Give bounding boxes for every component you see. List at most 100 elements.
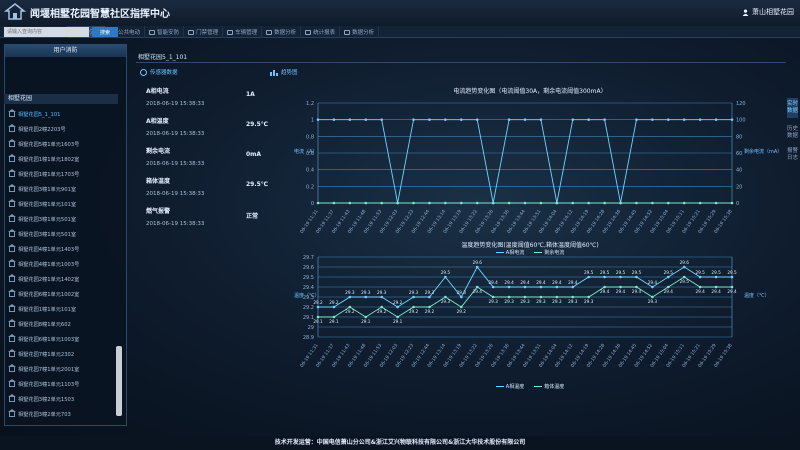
nav-item[interactable]: 门禁管理: [184, 26, 224, 38]
data-point[interactable]: [667, 118, 670, 121]
tree-item[interactable]: 相墅花园5幢801: [4, 422, 118, 423]
data-point[interactable]: [714, 285, 718, 289]
data-point[interactable]: [714, 201, 718, 205]
search-button[interactable]: 搜索: [92, 27, 118, 37]
search-input[interactable]: [4, 27, 89, 37]
data-point[interactable]: [635, 201, 638, 205]
data-point[interactable]: [348, 201, 352, 205]
data-point[interactable]: [507, 201, 511, 205]
data-point[interactable]: [555, 295, 559, 299]
tree-item[interactable]: 相墅花园3幢1单元901室: [4, 182, 118, 197]
data-point[interactable]: [730, 118, 734, 121]
tree-item[interactable]: 相墅花园4幢1单元1003号: [4, 257, 118, 272]
data-point[interactable]: [539, 285, 543, 289]
data-point[interactable]: [603, 285, 606, 289]
tree-item[interactable]: 相墅花园6幢1单元1003室: [4, 332, 118, 347]
data-point[interactable]: [316, 201, 320, 205]
data-point[interactable]: [539, 201, 543, 205]
data-point[interactable]: [603, 118, 606, 121]
data-point[interactable]: [571, 295, 575, 299]
data-point[interactable]: [428, 295, 431, 299]
data-point[interactable]: [412, 201, 415, 205]
data-point[interactable]: [730, 285, 734, 289]
tree-item[interactable]: 相墅花园3幢1单元1103号: [4, 377, 118, 392]
data-point[interactable]: [475, 285, 479, 289]
data-point[interactable]: [587, 201, 590, 205]
tree-item[interactable]: 相墅花园2幢1单元1402室: [4, 272, 118, 287]
data-point[interactable]: [332, 305, 336, 309]
data-point[interactable]: [587, 118, 590, 121]
tree-item[interactable]: 相墅花园7幢1单元2302: [4, 347, 118, 362]
data-point[interactable]: [348, 305, 352, 309]
data-point[interactable]: [491, 285, 495, 289]
data-point[interactable]: [603, 275, 606, 279]
data-point[interactable]: [555, 201, 559, 205]
data-point[interactable]: [316, 305, 320, 309]
data-point[interactable]: [603, 201, 606, 205]
data-point[interactable]: [412, 295, 415, 299]
data-point[interactable]: [587, 295, 590, 299]
data-point[interactable]: [316, 315, 320, 319]
data-point[interactable]: [523, 118, 527, 121]
nav-item[interactable]: 统计报表: [301, 26, 341, 38]
data-point[interactable]: [651, 118, 654, 121]
data-point[interactable]: [444, 275, 447, 279]
data-point[interactable]: [619, 201, 622, 205]
data-point[interactable]: [396, 315, 399, 319]
legend-item[interactable]: 箱体温度: [534, 383, 564, 390]
realtime-section-tab[interactable]: 传感器数据: [140, 68, 178, 76]
data-point[interactable]: [682, 118, 686, 121]
side-tab[interactable]: 历史数据: [787, 126, 798, 140]
data-point[interactable]: [682, 201, 686, 205]
tree-item[interactable]: 相墅花园5幢1单元1603号: [4, 137, 118, 152]
data-point[interactable]: [428, 201, 431, 205]
data-point[interactable]: [571, 118, 575, 121]
data-point[interactable]: [332, 315, 336, 319]
data-point[interactable]: [444, 118, 447, 121]
data-point[interactable]: [730, 275, 734, 279]
data-point[interactable]: [348, 295, 352, 299]
data-point[interactable]: [412, 118, 415, 121]
data-point[interactable]: [364, 201, 368, 205]
data-point[interactable]: [507, 295, 511, 299]
data-point[interactable]: [539, 118, 543, 121]
tree-root[interactable]: 相墅花园: [4, 94, 118, 104]
data-point[interactable]: [635, 118, 638, 121]
data-point[interactable]: [460, 201, 463, 205]
data-point[interactable]: [444, 295, 447, 299]
data-point[interactable]: [428, 305, 431, 309]
data-point[interactable]: [380, 118, 383, 121]
data-point[interactable]: [396, 201, 399, 205]
tree-item[interactable]: 相墅花园5_1_101: [4, 107, 118, 122]
nav-item[interactable]: 数据分析: [340, 26, 380, 38]
trend-section-tab[interactable]: 趋势图: [270, 68, 298, 76]
data-point[interactable]: [539, 295, 543, 299]
tree-item[interactable]: 相墅花园8幢1单元602: [4, 317, 118, 332]
nav-item[interactable]: 智能安防: [145, 26, 185, 38]
data-point[interactable]: [460, 118, 463, 121]
data-point[interactable]: [364, 118, 368, 121]
tree-item[interactable]: 相墅花园6幢1单元1002室: [4, 287, 118, 302]
tree-item[interactable]: 相墅花园2幢2203号: [4, 122, 118, 137]
data-point[interactable]: [698, 285, 702, 289]
data-point[interactable]: [682, 265, 686, 269]
data-point[interactable]: [571, 285, 575, 289]
data-point[interactable]: [555, 285, 559, 289]
data-point[interactable]: [491, 295, 495, 299]
tree-scrollbar[interactable]: [116, 346, 122, 416]
data-point[interactable]: [396, 305, 399, 309]
data-point[interactable]: [507, 118, 511, 121]
data-point[interactable]: [380, 305, 383, 309]
side-tab[interactable]: 实时数据: [787, 98, 798, 118]
legend-item[interactable]: A相温度: [495, 383, 524, 390]
data-point[interactable]: [587, 275, 590, 279]
data-point[interactable]: [491, 201, 495, 205]
data-point[interactable]: [523, 285, 527, 289]
data-point[interactable]: [460, 295, 463, 299]
data-point[interactable]: [635, 285, 638, 289]
data-point[interactable]: [380, 295, 383, 299]
user-menu[interactable]: 萧山相墅花园: [742, 7, 794, 17]
data-point[interactable]: [714, 118, 718, 121]
nav-item[interactable]: 数据分析: [262, 26, 302, 38]
data-point[interactable]: [571, 201, 575, 205]
